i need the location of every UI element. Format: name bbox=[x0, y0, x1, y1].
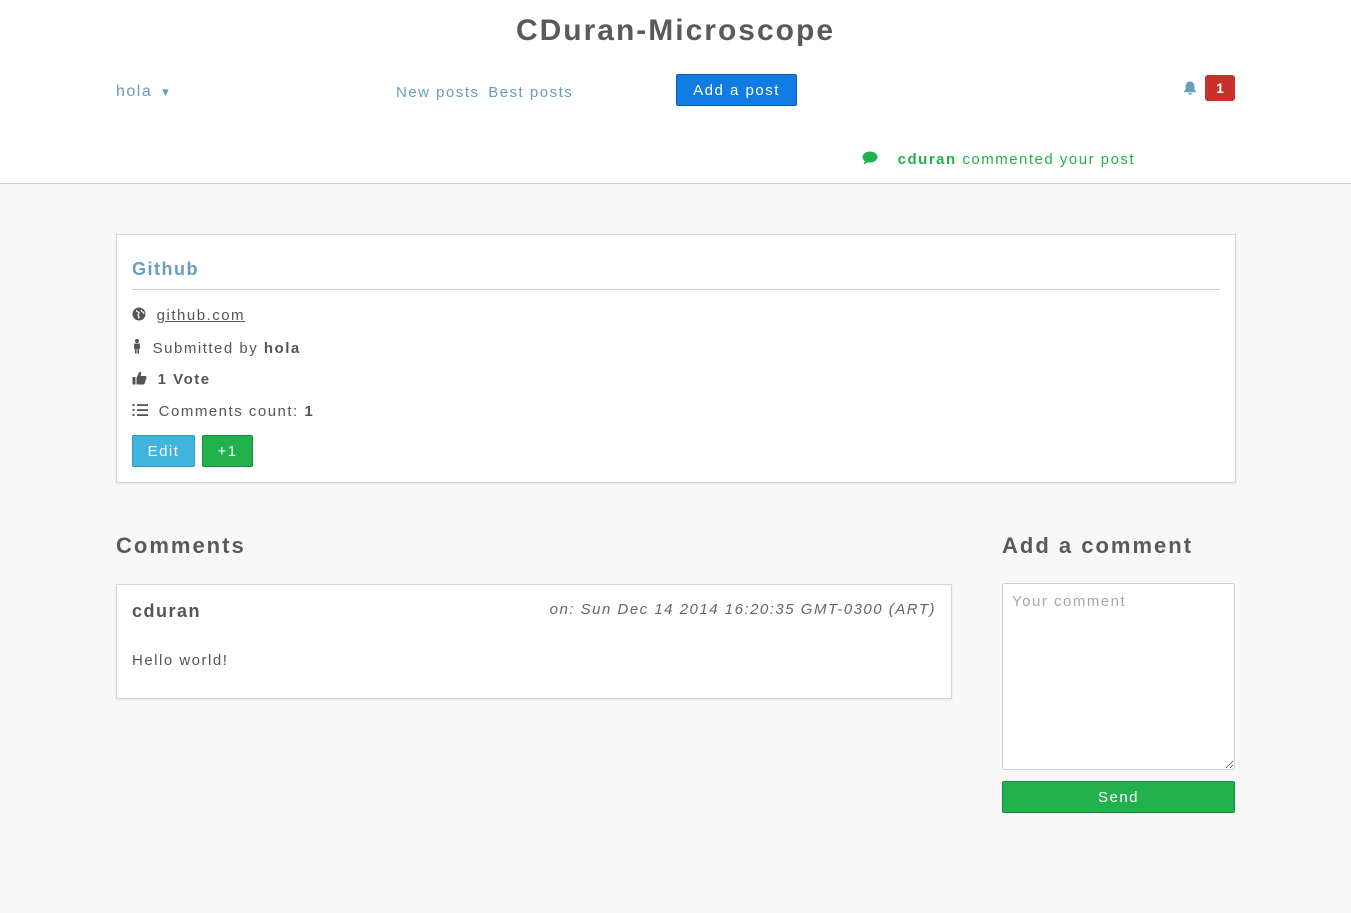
comment-item: cduran on: Sun Dec 14 2014 16:20:35 GMT-… bbox=[116, 584, 952, 699]
caret-down-icon: ▾ bbox=[162, 84, 171, 99]
comment-date: on: Sun Dec 14 2014 16:20:35 GMT-0300 (A… bbox=[549, 601, 936, 618]
comment-body: Hello world! bbox=[132, 652, 229, 669]
nav-best-posts[interactable]: Best posts bbox=[488, 84, 573, 101]
main-nav: New posts Best posts bbox=[396, 84, 576, 101]
submitted-by-label: Submitted by bbox=[152, 340, 259, 357]
bell-icon[interactable] bbox=[1182, 80, 1198, 96]
post-card: Github github.com Submitted by hola 1 Vo… bbox=[116, 234, 1236, 483]
post-url-link[interactable]: github.com bbox=[157, 307, 245, 324]
notification-item[interactable]: cduran commented your post bbox=[862, 151, 1135, 168]
post-votes: 1 Vote bbox=[157, 371, 211, 388]
post-author-row: Submitted by hola bbox=[132, 339, 301, 357]
add-post-button[interactable]: Add a post bbox=[676, 74, 797, 106]
edit-post-button[interactable]: Edit bbox=[132, 435, 195, 467]
post-title[interactable]: Github bbox=[132, 259, 199, 280]
user-icon bbox=[134, 339, 140, 354]
comment-textarea[interactable] bbox=[1002, 583, 1235, 770]
comments-heading: Comments bbox=[116, 533, 246, 558]
nav-new-posts[interactable]: New posts bbox=[396, 84, 480, 101]
post-author: hola bbox=[263, 340, 301, 357]
post-url-row: github.com bbox=[132, 307, 245, 324]
notification-user: cduran bbox=[897, 151, 957, 168]
add-comment-heading: Add a comment bbox=[1002, 533, 1194, 558]
notification-count-badge[interactable]: 1 bbox=[1205, 75, 1235, 101]
globe-icon bbox=[132, 307, 146, 321]
post-divider bbox=[132, 289, 1220, 290]
notification-text: commented your post bbox=[962, 151, 1136, 168]
comment-icon bbox=[862, 151, 878, 165]
comment-author: cduran bbox=[132, 601, 202, 621]
list-ol-icon bbox=[132, 404, 148, 416]
post-votes-row: 1 Vote bbox=[132, 371, 211, 388]
send-comment-button[interactable]: Send bbox=[1002, 781, 1235, 813]
upvote-button[interactable]: +1 bbox=[202, 435, 253, 467]
post-comments-count-row: Comments count: 1 bbox=[132, 403, 314, 420]
user-menu-dropdown[interactable]: hola ▾ bbox=[116, 83, 170, 101]
thumbs-up-icon bbox=[132, 371, 147, 385]
comments-count-value: 1 bbox=[304, 403, 315, 420]
top-navbar: CDuran-Microscope hola ▾ New posts Best … bbox=[0, 0, 1351, 184]
user-menu-label: hola bbox=[116, 83, 153, 100]
comments-count-label: Comments count: bbox=[158, 403, 299, 420]
site-title[interactable]: CDuran-Microscope bbox=[0, 14, 1351, 48]
